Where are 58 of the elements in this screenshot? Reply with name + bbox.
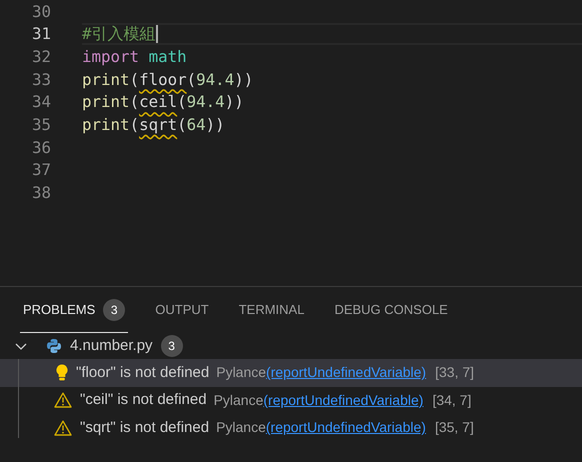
count-badge: 3 bbox=[103, 298, 126, 320]
problem-message: "sqrt" is not defined bbox=[80, 418, 210, 438]
line-number: 37 bbox=[30, 159, 51, 182]
text-cursor bbox=[156, 25, 158, 44]
code-token: import bbox=[82, 46, 140, 68]
line-number: 30 bbox=[30, 0, 51, 22]
code-token: ( bbox=[177, 114, 187, 136]
warning-icon bbox=[54, 420, 72, 436]
problem-source: Pylance bbox=[214, 390, 264, 410]
code-token: 94.4 bbox=[196, 68, 234, 91]
panel-tab[interactable]: TERMINAL bbox=[236, 287, 308, 333]
unresolved-name: sqrt bbox=[139, 114, 178, 136]
problem-location: [35, 7] bbox=[434, 418, 474, 438]
code-token: ( bbox=[186, 68, 196, 91]
rule-link[interactable]: (reportUndefinedVariable) bbox=[263, 390, 424, 411]
line-number: 35 bbox=[30, 114, 51, 136]
line-number: 33 bbox=[30, 68, 51, 91]
python-icon bbox=[46, 338, 62, 354]
problem-row[interactable]: "sqrt" is not defined Pylance(reportUndefinedVariable) [35, 7] bbox=[0, 414, 582, 442]
line-number: 34 bbox=[30, 91, 51, 114]
problem-message: "ceil" is not defined bbox=[80, 390, 207, 410]
code-token: )) bbox=[234, 68, 254, 91]
code-token: ( bbox=[130, 91, 140, 114]
line-number: 38 bbox=[30, 182, 51, 204]
problem-source: Pylance bbox=[216, 418, 266, 438]
file-name: 4.number.py bbox=[70, 336, 153, 356]
line-number: 31 bbox=[30, 23, 51, 46]
rule-link[interactable]: (reportUndefinedVariable) bbox=[266, 417, 426, 438]
code-token: )) bbox=[224, 91, 244, 114]
problem-source: Pylance bbox=[216, 363, 266, 382]
lightbulb-icon[interactable] bbox=[56, 364, 68, 382]
unresolved-name: floor bbox=[139, 68, 187, 91]
problem-message: "floor" is not defined bbox=[76, 362, 210, 382]
problem-location: [33, 7] bbox=[435, 363, 474, 382]
line-number: 36 bbox=[30, 136, 51, 159]
code-token: math bbox=[148, 46, 187, 68]
problem-location: [34, 7] bbox=[432, 390, 472, 410]
problem-row[interactable]: "ceil" is not defined Pylance(reportUndefinedVariable) [34, 7] bbox=[0, 386, 582, 414]
file-row[interactable]: 4.number.py 3 bbox=[0, 333, 582, 359]
code-token: ( bbox=[130, 68, 140, 91]
panel-tab[interactable]: OUTPUT bbox=[152, 287, 212, 333]
code-token: )) bbox=[206, 114, 225, 136]
code-token: 64 bbox=[186, 114, 206, 136]
warning-icon bbox=[54, 392, 72, 408]
code-token: 94.4 bbox=[186, 91, 225, 114]
code-token: print bbox=[82, 114, 130, 136]
code-token: print bbox=[82, 91, 130, 114]
panel-tab[interactable]: PROBLEMS 3 bbox=[20, 287, 128, 333]
code-token: print bbox=[82, 68, 130, 91]
code-token: ( bbox=[130, 114, 140, 136]
rule-link[interactable]: (reportUndefinedVariable) bbox=[266, 362, 426, 384]
count-badge: 3 bbox=[160, 335, 183, 357]
unresolved-name: ceil bbox=[139, 91, 178, 114]
panel-tab[interactable]: DEBUG CONSOLE bbox=[331, 287, 451, 333]
code-token: #引入模組 bbox=[82, 23, 156, 46]
line-number: 32 bbox=[30, 46, 51, 68]
code-token: ( bbox=[177, 91, 187, 114]
problem-row[interactable]: "floor" is not defined Pylance(reportUndefinedVariable) [33, 7] bbox=[0, 359, 582, 386]
